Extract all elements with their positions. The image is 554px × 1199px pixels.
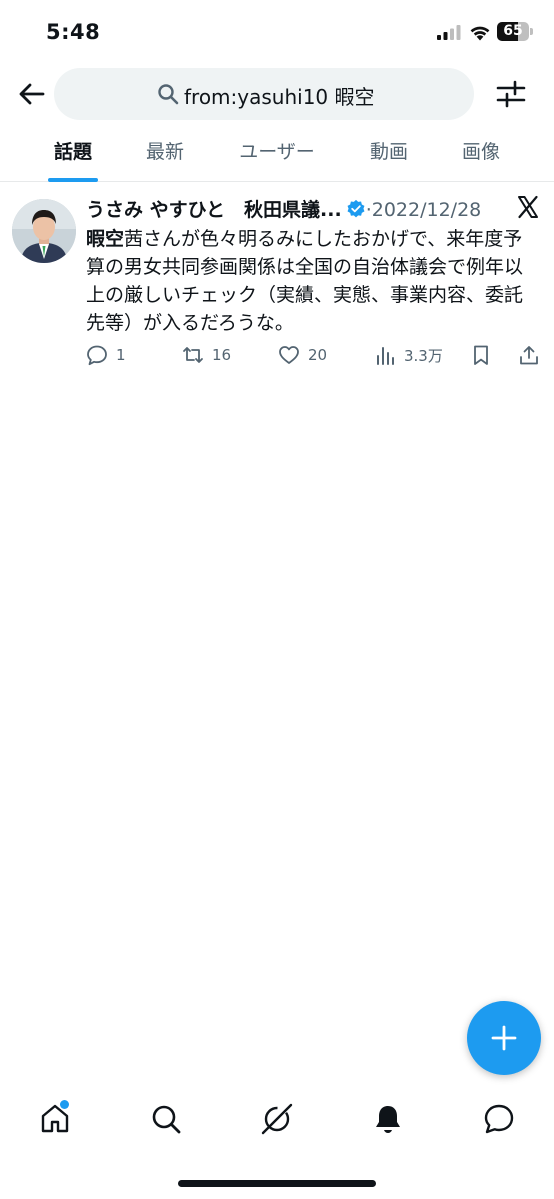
tweet[interactable]: うさみ やすひと 秋田県議... ·2022/12/28 暇空茜さんが色々明るみ…: [0, 183, 554, 383]
tweet-date[interactable]: 2022/12/28: [372, 199, 482, 221]
home-notification-dot: [60, 1100, 69, 1109]
views-button[interactable]: 3.3万: [374, 341, 443, 369]
reply-button[interactable]: 1: [86, 341, 126, 369]
retweet-count: 16: [212, 346, 232, 364]
views-icon: [377, 347, 394, 365]
reply-count: 1: [116, 346, 126, 364]
wifi-icon: [470, 26, 490, 41]
tab-images[interactable]: 画像: [454, 130, 508, 182]
verified-badge-icon: [347, 199, 365, 218]
tweet-highlight: 暇空: [86, 228, 125, 250]
tweet-text-body: 茜さんが色々明るみにしたおかげで、来年度予算の男女共同参画関係は全国の自治体議会…: [86, 228, 524, 334]
search-tabs: 話題 最新 ユーザー 動画 画像: [0, 130, 554, 182]
bookmark-icon: [474, 345, 488, 365]
like-button[interactable]: 20: [278, 341, 327, 369]
tweet-header: うさみ やすひと 秋田県議... ·2022/12/28: [86, 195, 506, 225]
retweet-button[interactable]: 16: [182, 341, 231, 369]
cellular-signal-icon: [437, 25, 461, 40]
grok-icon[interactable]: [260, 1102, 294, 1136]
avatar[interactable]: [12, 199, 76, 263]
tab-latest[interactable]: 最新: [138, 130, 192, 182]
search-filter-sliders-icon[interactable]: [495, 78, 527, 110]
battery-level: 65: [503, 23, 523, 39]
search-input[interactable]: from:yasuhi10 暇空: [54, 68, 474, 120]
bookmark-button[interactable]: [470, 341, 492, 369]
like-count: 20: [308, 346, 328, 364]
tweet-actions: 1 16 20 3.3万: [86, 341, 546, 369]
compose-button[interactable]: [467, 1001, 541, 1075]
views-count: 3.3万: [404, 346, 443, 365]
x-logo-icon: [518, 195, 538, 219]
avatar-image: [12, 199, 76, 263]
active-tab-indicator: [48, 178, 98, 182]
plus-icon: [491, 1025, 517, 1051]
share-button[interactable]: [518, 341, 540, 369]
tab-top[interactable]: 話題: [48, 130, 98, 182]
heart-icon: [279, 346, 299, 364]
share-icon: [520, 346, 538, 365]
author-name[interactable]: うさみ やすひと 秋田県議...: [86, 199, 342, 221]
search-query: from:yasuhi10 暇空: [184, 85, 375, 109]
tab-users[interactable]: ユーザー: [226, 130, 328, 182]
message-icon[interactable]: [482, 1102, 516, 1136]
bell-icon[interactable]: [371, 1102, 405, 1136]
retweet-icon: [183, 347, 203, 363]
tab-videos[interactable]: 動画: [362, 130, 416, 182]
battery-indicator: 65: [497, 22, 533, 41]
reply-icon: [87, 345, 107, 366]
status-time: 5:48: [46, 20, 101, 44]
search-icon: [158, 84, 179, 105]
home-indicator: [178, 1180, 376, 1187]
back-arrow-icon[interactable]: [16, 78, 48, 110]
status-bar: 5:48 65: [0, 0, 554, 62]
explore-search-icon[interactable]: [149, 1102, 183, 1136]
tweet-text: 暇空茜さんが色々明るみにしたおかげで、来年度予算の男女共同参画関係は全国の自治体…: [86, 225, 536, 337]
bottom-navigation: [0, 1090, 554, 1160]
